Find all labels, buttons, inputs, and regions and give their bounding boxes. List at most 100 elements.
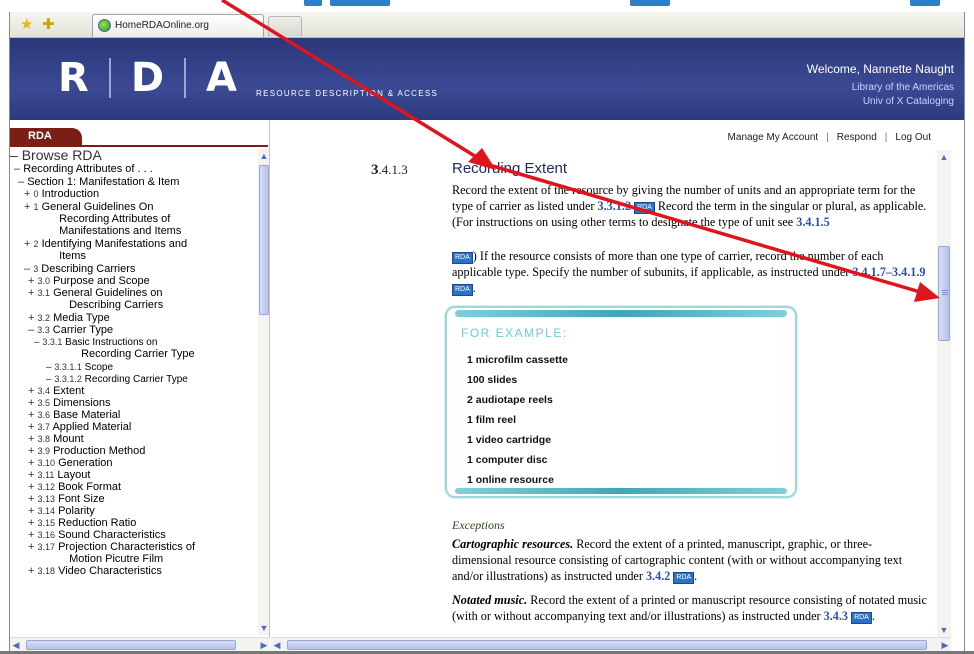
main-hscroll-thumb[interactable] [287,640,927,650]
sidebar-tree-item[interactable]: + 3.7 Applied Material [28,421,131,433]
browse-tree: – Browse RDA – Recording Attributes of .… [10,149,256,635]
link-3-4-2[interactable]: 3.4.2 [646,569,670,583]
rda-toolkit-icon[interactable]: RDA [634,202,655,214]
sidebar-tree-item[interactable]: + 3.10 Generation [28,457,113,469]
paragraph-1: Record the extent of the resource by giv… [452,183,927,229]
slide-top-band [0,0,974,12]
example-item: 1 microfilm cassette [467,354,568,366]
main-horizontal-scrollbar[interactable]: ◀ ▶ [271,637,951,651]
sidebar-tree-item[interactable]: + 0 Introduction [24,188,99,200]
exception-notated-music: Notated music. Record the extent of a pr… [452,593,927,624]
example-item: 2 audiotape reels [467,394,553,406]
sidebar-tree-item[interactable]: + 3.18 Video Characteristics [28,565,162,577]
sidebar-tree-item[interactable]: + 3.8 Mount [28,433,84,445]
rda-toolkit-icon[interactable]: RDA [452,284,473,296]
respond-link[interactable]: Respond [837,132,877,143]
link-3-4-3[interactable]: 3.4.3 [824,609,848,623]
welcome-message: Welcome, Nannette Naught [806,62,954,76]
browser-tab-bar: ★ ✚ HomeRDAOnline.org [10,12,964,38]
link-3-3-1-2[interactable]: 3.3.1.2 [598,199,632,213]
main-vertical-scrollbar[interactable]: ▲ ▼ [937,150,951,637]
browser-tab-active[interactable]: HomeRDAOnline.org [92,14,264,37]
sidebar-tree-item[interactable]: + 3.0 Purpose and Scope [28,275,150,287]
sidebar-tree-item[interactable]: Describing Carriers [66,299,163,311]
sidebar-tree-item[interactable]: + 2 Identifying Manifestations and [24,238,187,250]
section-title: Recording Extent [452,160,568,177]
tree-root[interactable]: – Browse RDA [10,149,102,162]
sidebar-tree-item[interactable]: – 3 Describing Carriers [24,263,135,275]
example-heading: FOR EXAMPLE: [461,326,568,340]
example-box-top-bar [455,310,787,317]
scroll-right-icon[interactable]: ▶ [939,638,951,652]
scroll-down-icon[interactable]: ▼ [937,623,951,637]
sidebar-tree-item[interactable]: + 3.9 Production Method [28,445,145,457]
section-number: 3.4.1.3 [371,162,408,178]
scroll-down-icon[interactable]: ▼ [258,621,269,635]
sidebar-tree-item[interactable]: Items [56,250,86,262]
scroll-left-icon[interactable]: ◀ [10,638,22,652]
example-item: 1 video cartridge [467,434,552,446]
example-box: FOR EXAMPLE: 1 microfilm cassette 100 sl… [445,306,797,498]
manage-account-link[interactable]: Manage My Account [728,132,819,143]
example-item: 100 slides [467,374,518,386]
sidebar-tree-item[interactable]: + 3.17 Projection Characteristics of [28,541,195,553]
sidebar-tree-item[interactable]: + 3.11 Layout [28,469,90,481]
rda-tagline: RESOURCE DESCRIPTION & ACCESS [256,89,439,98]
exceptions-heading: Exceptions [452,518,505,532]
sidebar-tree-item[interactable]: + 3.14 Polarity [28,505,95,517]
sidebar-vertical-scrollbar[interactable]: ▲ ▼ [258,149,269,635]
rda-toolkit-icon[interactable]: RDA [673,572,695,584]
org-line-2[interactable]: Univ of X Cataloging [863,96,954,107]
rda-logo: R D A [58,55,237,101]
sidebar-tree-item[interactable]: + 3.16 Sound Characteristics [28,529,166,541]
main-content: Manage My Account | Respond | Log Out 3.4.1.… [271,120,937,637]
account-nav: Manage My Account | Respond | Log Out [727,132,931,143]
sidebar-tree-item[interactable]: + 3.1 General Guidelines on [28,287,163,299]
sidebar-tree-item[interactable]: – Recording Attributes of . . . [14,163,153,175]
org-line-1[interactable]: Library of the Americas [852,82,954,93]
sidebar-tree-item[interactable]: + 3.5 Dimensions [28,397,111,409]
main-scroll-thumb[interactable] [938,246,950,341]
sidebar-tree-item[interactable]: + 3.6 Base Material [28,409,120,421]
scroll-left-icon[interactable]: ◀ [271,638,283,652]
new-tab-button[interactable] [268,16,302,36]
rda-toolkit-icon[interactable]: RDA [851,612,872,624]
favorites-star-icon[interactable]: ★ [20,15,36,33]
example-item: 1 online resource [467,474,554,486]
sidebar-scroll-thumb[interactable] [259,165,269,315]
sidebar-tree-item[interactable]: Recording Attributes of [56,213,170,225]
sidebar-tree-item[interactable]: Manifestations and Items [56,225,181,237]
sidebar-tree-item[interactable]: – 3.3 Carrier Type [28,324,113,336]
sidebar-tree-item[interactable]: + 3.12 Book Format [28,481,121,493]
sidebar-tree-item[interactable]: + 3.13 Font Size [28,493,105,505]
sidebar-tree-item[interactable]: Recording Carrier Type [78,348,195,360]
sidebar-tab-underline [10,145,268,147]
add-favorites-icon[interactable]: ✚ [42,15,58,33]
link-3-4-1-5[interactable]: 3.4.1.5 [796,215,830,229]
scroll-up-icon[interactable]: ▲ [258,149,269,163]
tab-title: HomeRDAOnline.org [115,20,209,31]
sidebar-horizontal-scrollbar[interactable]: ◀ ▶ [10,637,270,651]
rda-toolkit-icon[interactable]: RDA [452,252,473,264]
paragraph-2: RDA) If the resource consists of more th… [452,249,926,296]
sidebar-tab-rda[interactable]: RDA [10,128,82,146]
rda-banner: R D A RESOURCE DESCRIPTION & ACCESS Welc… [10,38,964,120]
window-frame-left [0,12,10,654]
browse-sidebar: RDA – Browse RDA – Recording Attributes … [10,120,270,637]
link-3-4-1-7-range[interactable]: 3.4.1.7–3.4.1.9 [852,265,925,279]
sidebar-tree-item[interactable]: – Section 1: Manifestation & Item [18,176,179,188]
site-favicon-icon [98,19,111,32]
slide-title-fragment [300,0,960,6]
sidebar-tree-item[interactable]: + 3.2 Media Type [28,312,110,324]
sidebar-tree-item[interactable]: Motion Picutre Film [66,553,163,565]
window-frame-right [964,12,974,654]
sidebar-tree-item[interactable]: + 1 General Guidelines On [24,201,153,213]
sidebar-hscroll-thumb[interactable] [26,640,236,650]
exception-cartographic: Cartographic resources. Record the exten… [452,537,903,584]
scroll-up-icon[interactable]: ▲ [937,150,951,164]
scroll-right-icon[interactable]: ▶ [258,638,270,652]
example-item: 1 film reel [467,414,517,426]
sidebar-tree-item[interactable]: + 3.4 Extent [28,385,84,397]
sidebar-tree-item[interactable]: + 3.15 Reduction Ratio [28,517,136,529]
logout-link[interactable]: Log Out [895,132,931,143]
